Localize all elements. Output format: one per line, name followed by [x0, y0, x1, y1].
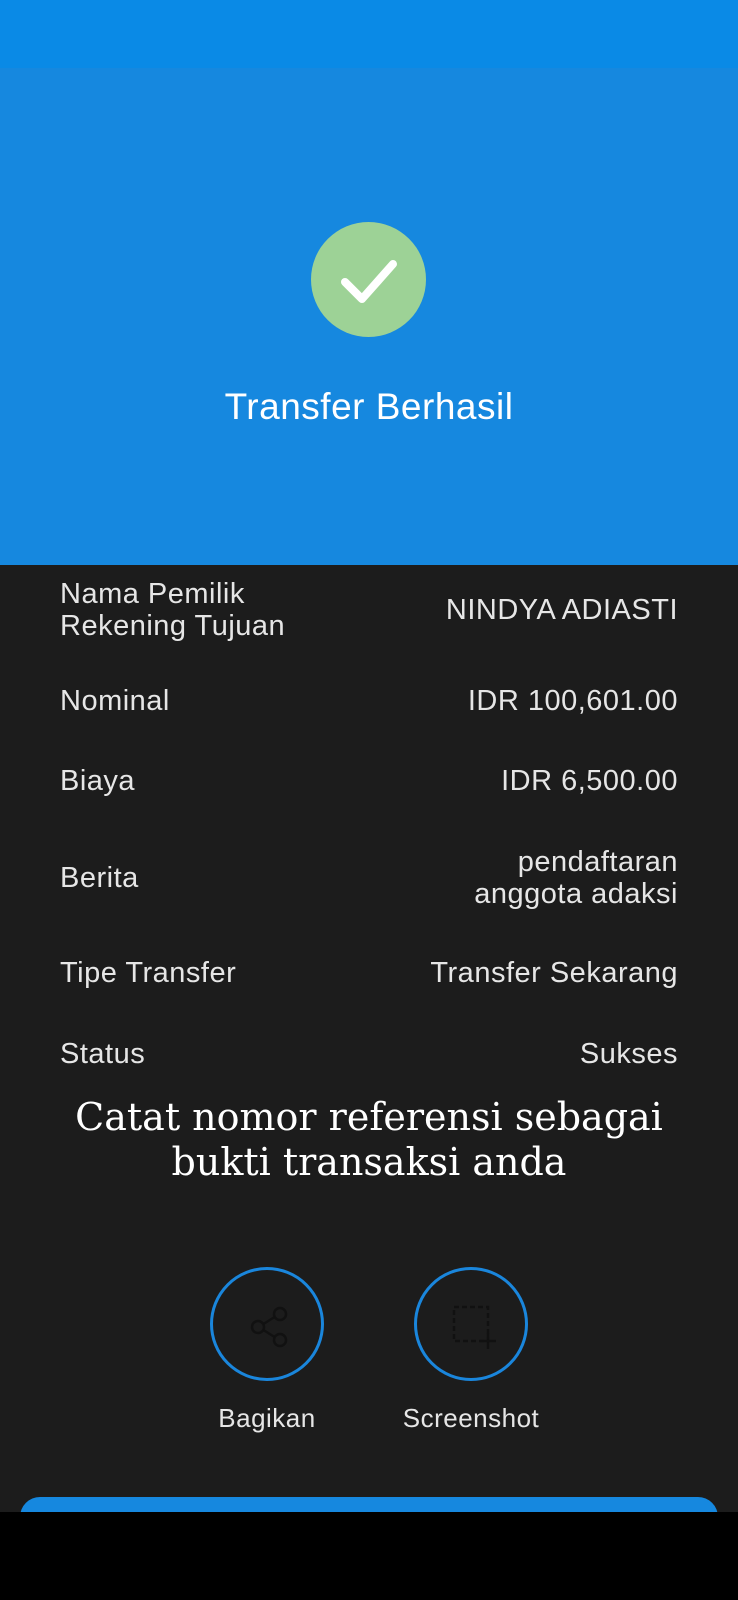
detail-value: IDR 6,500.00 [501, 765, 678, 797]
detail-row-transfer-type: Tipe Transfer Transfer Sekarang [60, 957, 678, 989]
screenshot-button[interactable]: Screenshot [391, 1267, 551, 1434]
detail-row-recipient-name: Nama Pemilik Rekening Tujuan NINDYA ADIA… [60, 578, 678, 642]
share-button-circle[interactable] [210, 1267, 324, 1381]
detail-label: Nominal [60, 685, 170, 717]
system-navigation-area [0, 1512, 738, 1600]
detail-label: Berita [60, 862, 139, 894]
detail-row-message: Berita pendaftaran anggota adaksi [60, 846, 678, 910]
detail-label: Status [60, 1038, 146, 1070]
screenshot-button-circle[interactable] [414, 1267, 528, 1381]
detail-value: Sukses [579, 1038, 678, 1070]
success-header: Transfer Berhasil [0, 68, 738, 565]
detail-row-fee: Biaya IDR 6,500.00 [60, 765, 678, 797]
page-title: Transfer Berhasil [224, 386, 514, 427]
screenshot-label: Screenshot [402, 1403, 540, 1433]
detail-row-amount: Nominal IDR 100,601.00 [60, 685, 678, 717]
share-label: Bagikan [218, 1403, 316, 1433]
detail-row-status: Status Sukses [60, 1038, 678, 1070]
share-icon [250, 1306, 288, 1348]
detail-label: Nama Pemilik Rekening Tujuan [60, 578, 286, 642]
reference-note: Catat nomor referensi sebagai bukti tran… [75, 1095, 663, 1184]
status-bar [0, 0, 738, 68]
detail-label: Tipe Transfer [60, 957, 237, 989]
screenshot-icon [452, 1305, 496, 1349]
detail-label: Biaya [60, 765, 136, 797]
share-button[interactable]: Bagikan [187, 1267, 347, 1434]
detail-value: Transfer Sekarang [430, 957, 678, 989]
detail-value: NINDYA ADIASTI [445, 594, 678, 626]
detail-value: pendaftaran anggota adaksi [474, 846, 678, 910]
detail-value: IDR 100,601.00 [467, 685, 678, 717]
checkmark-circle-icon [311, 222, 426, 337]
